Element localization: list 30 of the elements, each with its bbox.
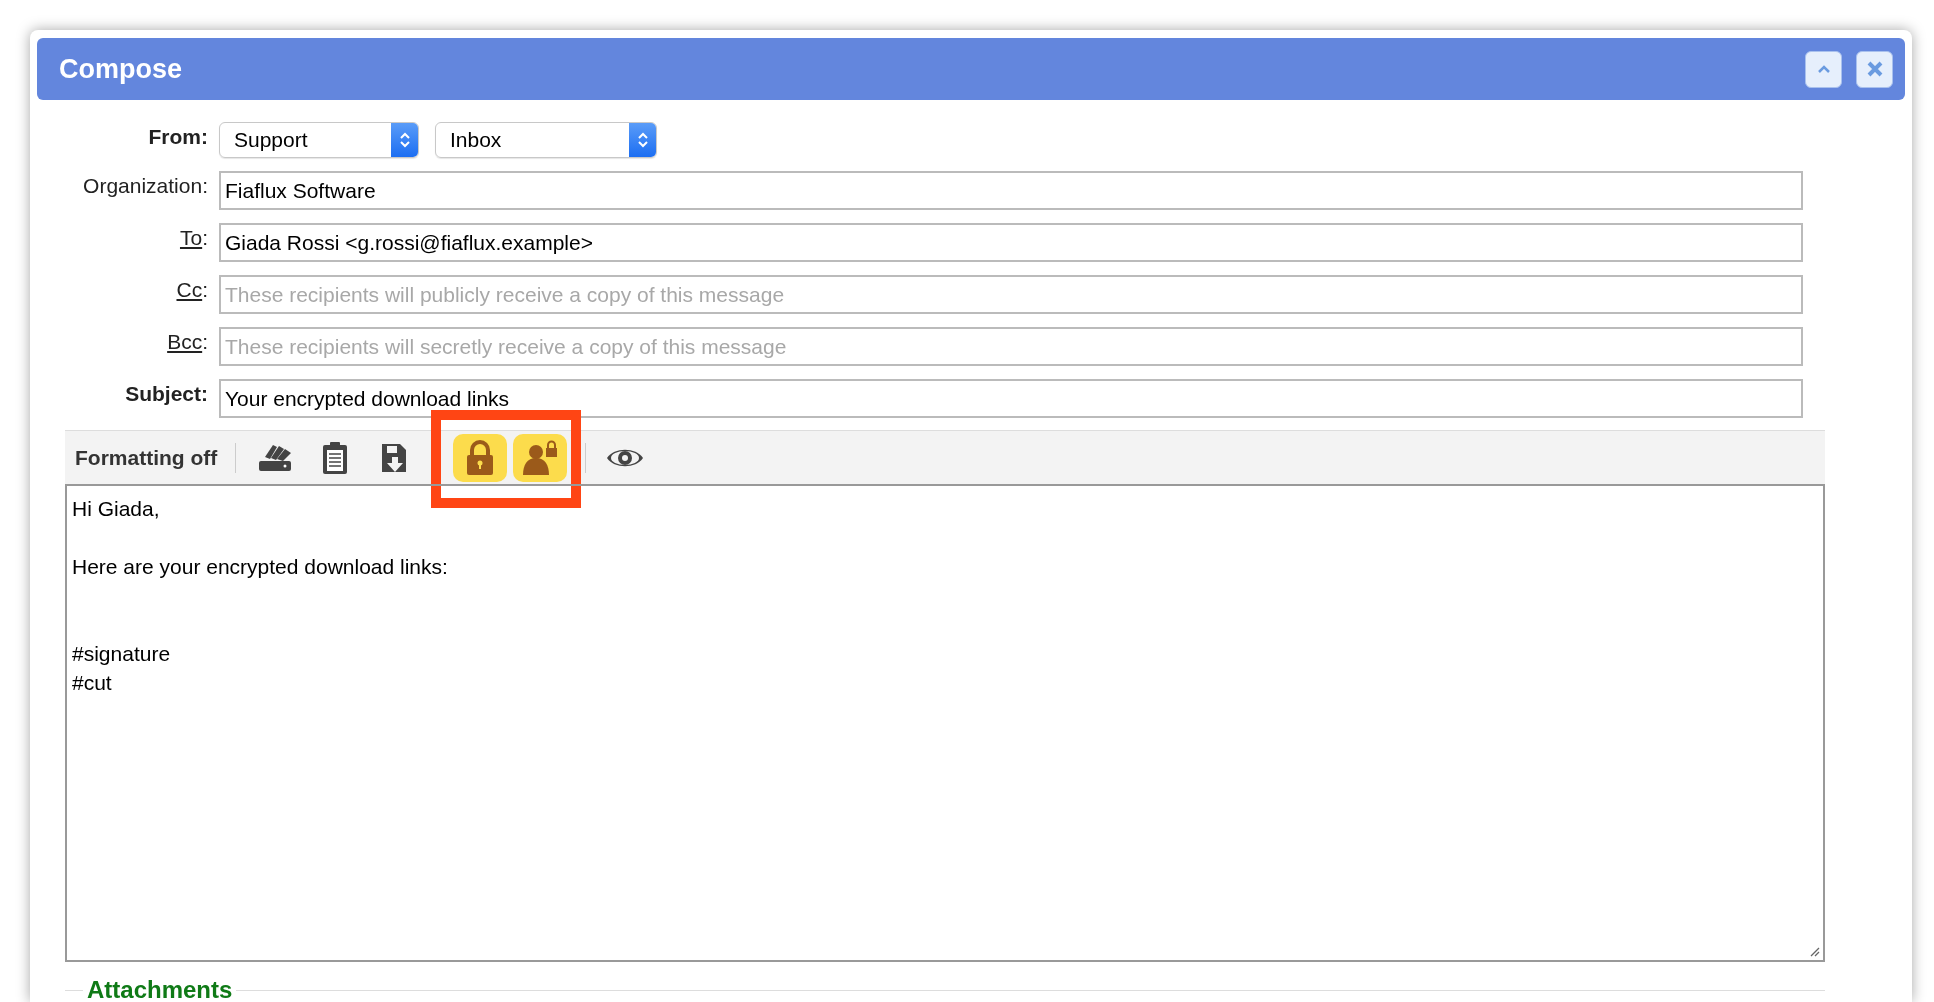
cards-icon bbox=[257, 442, 294, 473]
clipboard-icon bbox=[321, 440, 350, 475]
field-label: Subject: bbox=[124, 381, 209, 406]
stepper-icon bbox=[398, 130, 411, 150]
caret-up-icon bbox=[1816, 64, 1831, 74]
user-lock-icon bbox=[521, 439, 560, 476]
field-label: From: bbox=[147, 124, 209, 149]
collapse-button[interactable] bbox=[1805, 50, 1842, 88]
field-label: To: bbox=[178, 225, 209, 250]
toolbar-button[interactable] bbox=[513, 433, 568, 482]
lock-icon bbox=[465, 439, 496, 476]
close-button[interactable] bbox=[1856, 50, 1893, 88]
close-icon bbox=[1866, 61, 1883, 77]
toolbar-button[interactable] bbox=[453, 433, 508, 482]
resize-grip-icon[interactable] bbox=[1808, 945, 1820, 957]
text-field[interactable]: Fiaflux Software bbox=[219, 171, 1803, 210]
field-label: Cc: bbox=[175, 277, 209, 302]
field-label: Bcc: bbox=[166, 329, 209, 354]
stepper-icon bbox=[636, 130, 649, 150]
attachments-heading: Attachments bbox=[86, 976, 234, 1002]
text-field[interactable]: Giada Rossi <g.rossi@fiaflux.example> bbox=[219, 223, 1803, 262]
text-field[interactable]: Your encrypted download links bbox=[219, 379, 1803, 418]
text-field[interactable]: These recipients will publicly receive a copy of this message bbox=[219, 275, 1803, 314]
message-body-field[interactable]: Hi Giada, Here are your encrypted download links: #signature #cut bbox=[65, 484, 1825, 962]
dropdown[interactable]: Support bbox=[219, 122, 419, 158]
window-title: Compose bbox=[59, 53, 184, 85]
dropdown[interactable]: Inbox bbox=[435, 122, 657, 158]
field-label: Organization: bbox=[82, 173, 209, 198]
formatting-mode-label: Formatting off bbox=[75, 445, 218, 470]
text-field[interactable]: These recipients will secretly receive a copy of this message bbox=[219, 327, 1803, 366]
